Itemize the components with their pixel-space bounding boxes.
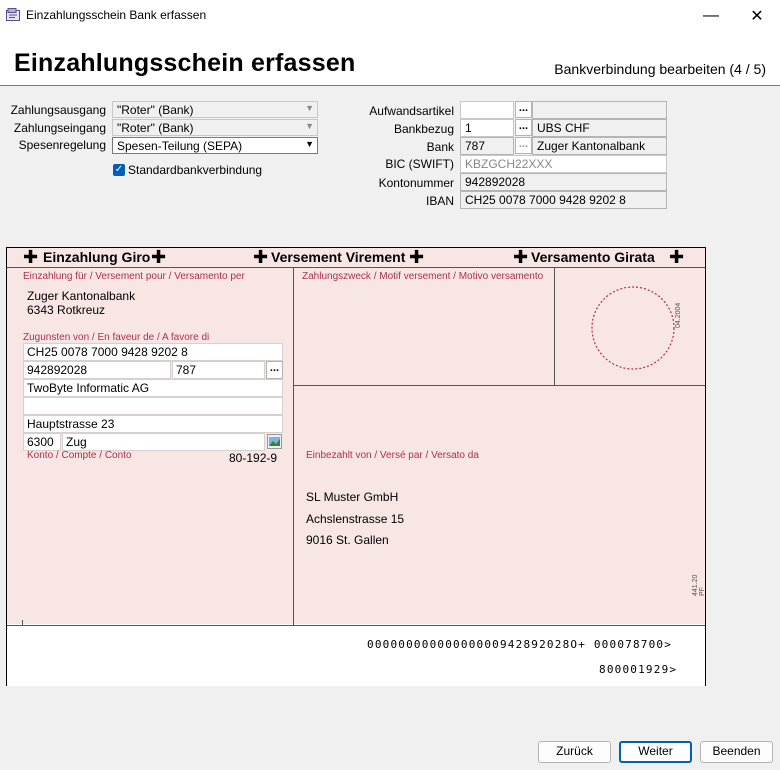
map-icon-glyph xyxy=(269,437,280,446)
kontonummer-input[interactable]: 942892028 xyxy=(460,173,667,191)
bankbezug-description: UBS CHF xyxy=(532,119,667,137)
einbezahlt-section: Einbezahlt von / Versé par / Versato da … xyxy=(294,386,706,624)
zahlungszweck-section: Zahlungszweck / Motif versement / Motivo… xyxy=(294,268,555,386)
bank-lookup-button: ... xyxy=(515,137,532,154)
bank-input: 787 xyxy=(460,137,514,155)
spesenregelung-select[interactable]: Spesen-Teilung (SEPA) ▼ xyxy=(112,137,318,154)
swiss-cross-icon: ✚ xyxy=(669,247,685,267)
minimize-icon: — xyxy=(703,6,719,24)
bank-name: Zuger Kantonalbank xyxy=(27,289,136,303)
zahlungsausgang-select[interactable]: "Roter" (Bank) ▼ xyxy=(112,101,318,118)
bankbezug-lookup-button[interactable]: ... xyxy=(515,119,532,136)
zahlungsausgang-value: "Roter" (Bank) xyxy=(117,103,194,117)
next-button[interactable]: Weiter xyxy=(619,741,692,763)
swiss-cross-icon: ✚ xyxy=(409,247,425,267)
slip-iban-field[interactable]: CH25 0078 7000 9428 9202 8 xyxy=(23,343,283,361)
slip-header: ✚ Einzahlung Giro ✚ ✚ Versement Virement… xyxy=(7,248,705,268)
aufwandsartikel-description xyxy=(532,101,667,119)
finish-button[interactable]: Beenden xyxy=(700,741,773,763)
aufwandsartikel-label: Aufwandsartikel xyxy=(369,104,454,118)
aufwandsartikel-input[interactable] xyxy=(460,101,514,119)
chevron-down-icon: ▼ xyxy=(305,139,314,149)
codeline-1: 00000000000000000942892028O+ 000078700> xyxy=(367,638,673,651)
bank-label: Bank xyxy=(426,140,454,154)
finish-label: Beenden xyxy=(712,744,761,758)
stamp-section: 04.2004 xyxy=(555,268,705,386)
payment-slip: ✚ Einzahlung Giro ✚ ✚ Versement Virement… xyxy=(6,247,706,686)
bankbezug-label: Bankbezug xyxy=(393,122,454,136)
swiss-cross-icon: ✚ xyxy=(23,247,39,267)
wizard-header: Einzahlungsschein erfassen Bankverbindun… xyxy=(0,31,780,86)
tick-mark xyxy=(22,620,23,626)
next-label: Weiter xyxy=(638,744,673,758)
codeline-2: 800001929> xyxy=(599,663,678,676)
swiss-cross-icon: ✚ xyxy=(253,247,269,267)
slip-bank-lookup-button[interactable]: ... xyxy=(266,361,283,379)
zugunsten-label: Zugunsten von / En faveur de / A favore … xyxy=(23,332,210,343)
standard-checkbox[interactable]: ✓ xyxy=(113,164,125,176)
payer-city: 9016 St. Gallen xyxy=(306,533,389,547)
bank-description: Zuger Kantonalbank xyxy=(532,137,667,155)
swiss-cross-icon: ✚ xyxy=(151,247,167,267)
page-title: Einzahlungsschein erfassen xyxy=(14,49,356,77)
checkmark-icon: ✓ xyxy=(114,164,124,175)
slip-title-it: Versamento Girata xyxy=(531,249,655,265)
stamp-circle-icon xyxy=(591,286,675,370)
back-button[interactable]: Zurück xyxy=(538,741,611,763)
slip-title-de: Einzahlung Giro xyxy=(43,249,151,265)
back-label: Zurück xyxy=(556,744,593,758)
close-button[interactable]: ✕ xyxy=(734,0,780,31)
codeline-area: 00000000000000000942892028O+ 000078700> … xyxy=(7,620,705,686)
zahlungseingang-select[interactable]: "Roter" (Bank) ▼ xyxy=(112,119,318,136)
standard-label: Standardbankverbindung xyxy=(128,163,263,177)
einzahlung-fuer-label: Einzahlung für / Versement pour / Versam… xyxy=(23,271,245,282)
swiss-cross-icon: ✚ xyxy=(513,247,529,267)
spesenregelung-value: Spesen-Teilung (SEPA) xyxy=(117,139,243,153)
chevron-down-icon: ▼ xyxy=(305,121,314,131)
zahlungszweck-label: Zahlungszweck / Motif versement / Motivo… xyxy=(302,271,544,282)
zahlungseingang-label: Zahlungseingang xyxy=(13,121,106,135)
slip-konto-field[interactable]: 942892028 xyxy=(23,361,171,379)
bic-label: BIC (SWIFT) xyxy=(385,157,454,171)
aufwandsartikel-lookup-button[interactable]: ... xyxy=(515,101,532,118)
form-code: 441.20 PF xyxy=(692,574,706,596)
spesenregelung-label: Spesenregelung xyxy=(18,138,106,152)
close-icon: ✕ xyxy=(750,7,764,25)
einbezahlt-label: Einbezahlt von / Versé par / Versato da xyxy=(306,450,479,461)
date-code: 04.2004 xyxy=(675,302,682,328)
slip-banknr-field[interactable]: 787 xyxy=(172,361,265,379)
slip-city-field[interactable]: Zug xyxy=(62,433,265,451)
payer-street: Achslenstrasse 15 xyxy=(306,512,405,526)
bic-input[interactable]: KBZGCH22XXX xyxy=(460,155,667,173)
iban-label: IBAN xyxy=(425,194,454,208)
zahlungseingang-value: "Roter" (Bank) xyxy=(117,121,194,135)
slip-street-field[interactable]: Hauptstrasse 23 xyxy=(23,415,283,433)
step-indicator: Bankverbindung bearbeiten (4 / 5) xyxy=(554,61,766,77)
kontonummer-label: Kontonummer xyxy=(378,176,454,190)
slip-left-section: Einzahlung für / Versement pour / Versam… xyxy=(7,268,294,624)
payer-name: SL Muster GmbH xyxy=(306,490,399,504)
title-bar: Einzahlungsschein Bank erfassen — ✕ xyxy=(0,0,780,31)
zahlungsausgang-label: Zahlungsausgang xyxy=(10,103,106,117)
iban-input[interactable]: CH25 0078 7000 9428 9202 8 xyxy=(460,191,667,209)
bank-city: 6343 Rotkreuz xyxy=(27,303,106,317)
konto-label: Konto / Compte / Conto xyxy=(27,450,132,461)
slip-company-field[interactable]: TwoByte Informatic AG xyxy=(23,379,283,397)
chevron-down-icon: ▼ xyxy=(305,103,314,113)
slip-zip-field[interactable]: 6300 xyxy=(23,433,61,451)
app-icon xyxy=(6,8,20,21)
bankbezug-input[interactable]: 1 xyxy=(460,119,514,137)
slip-title-fr: Versement Virement xyxy=(271,249,406,265)
window-title: Einzahlungsschein Bank erfassen xyxy=(26,8,207,22)
slip-address-field[interactable] xyxy=(23,397,283,415)
konto-number: 80-192-9 xyxy=(229,451,278,465)
map-icon[interactable] xyxy=(267,434,282,449)
tick-mark xyxy=(293,620,294,626)
minimize-button[interactable]: — xyxy=(688,0,734,31)
